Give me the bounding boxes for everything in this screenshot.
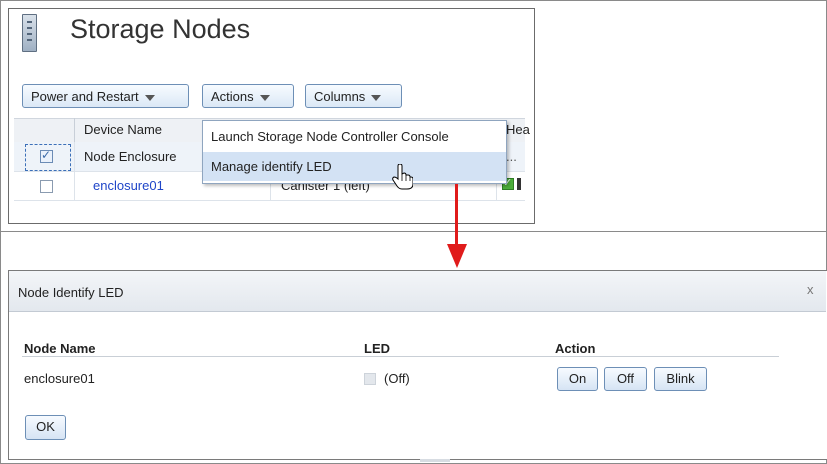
row-checkbox-node-enclosure[interactable]	[40, 148, 53, 163]
power-and-restart-label: Power and Restart	[31, 89, 139, 104]
actions-menu: Launch Storage Node Controller Console M…	[202, 120, 507, 184]
enclosure01-link[interactable]: enclosure01	[93, 178, 164, 193]
health-text-partial	[517, 178, 521, 190]
menu-item-launch-console[interactable]: Launch Storage Node Controller Console	[203, 122, 506, 151]
actions-label: Actions	[211, 89, 254, 104]
page-title: Storage Nodes	[70, 14, 251, 44]
node-name-cell: enclosure01	[24, 371, 95, 386]
column-header-health[interactable]: Hea	[506, 122, 530, 137]
dialog-titlebar	[9, 271, 826, 312]
column-separator	[74, 118, 75, 142]
led-blink-button[interactable]: Blink	[654, 367, 707, 391]
actions-button[interactable]: Actions	[202, 84, 294, 108]
power-and-restart-button[interactable]: Power and Restart	[22, 84, 189, 108]
section-divider	[0, 231, 827, 232]
row-checkbox-enclosure01[interactable]	[40, 180, 53, 193]
columns-button[interactable]: Columns	[305, 84, 402, 108]
menu-item-manage-identify-led[interactable]: Manage identify LED	[203, 152, 506, 181]
led-off-button[interactable]: Off	[604, 367, 647, 391]
node-enclosure-label: Node Enclosure	[84, 149, 177, 164]
column-separator	[74, 142, 75, 200]
hand-cursor-icon	[392, 164, 413, 190]
storage-node-icon	[22, 14, 37, 52]
header-led: LED	[364, 341, 390, 356]
columns-label: Columns	[314, 89, 366, 104]
caret-down-icon	[371, 94, 382, 101]
dialog-title: Node Identify LED	[18, 285, 124, 300]
led-on-button[interactable]: On	[557, 367, 598, 391]
caret-down-icon	[144, 94, 155, 101]
led-off-icon	[364, 373, 376, 385]
led-state-text: (Off)	[384, 371, 410, 386]
header-node-name: Node Name	[24, 341, 96, 356]
dialog-resize-handle[interactable]	[420, 459, 450, 462]
red-arrow-shaft	[455, 184, 458, 244]
caret-down-icon	[259, 94, 270, 101]
close-icon[interactable]: x	[807, 282, 814, 297]
column-header-device-name[interactable]: Device Name	[84, 122, 162, 137]
header-divider	[22, 356, 779, 357]
row-ellipsis: ...	[506, 149, 517, 164]
ok-button[interactable]: OK	[25, 415, 66, 440]
red-arrow-head	[447, 244, 467, 268]
header-action: Action	[555, 341, 596, 356]
